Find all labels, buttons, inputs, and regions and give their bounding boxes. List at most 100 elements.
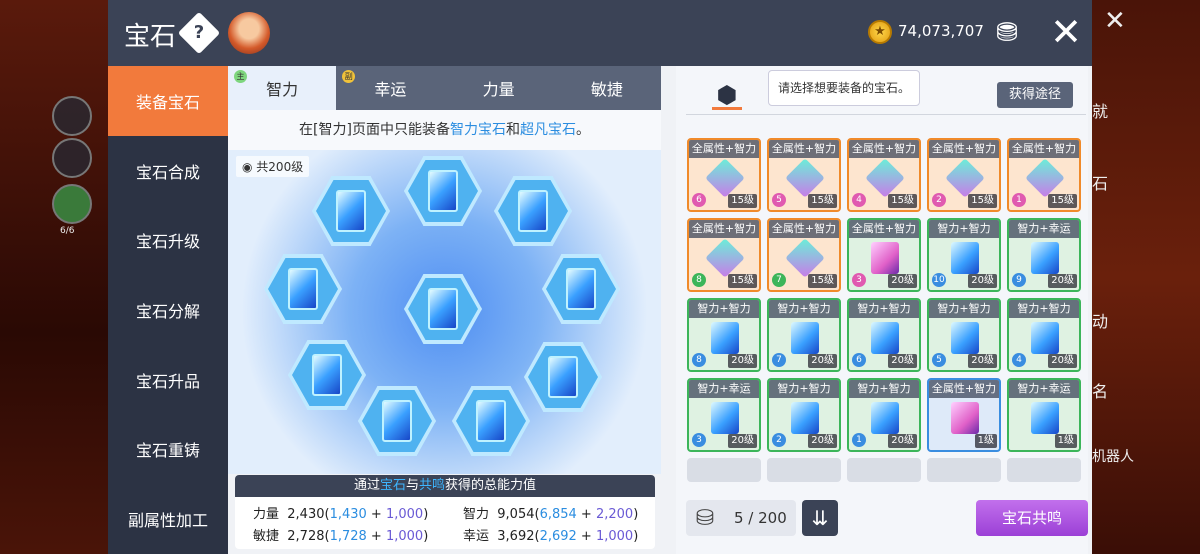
sidebar-item-gem-recast[interactable]: 宝石重铸 bbox=[108, 414, 228, 484]
empty-inventory-slot[interactable] bbox=[847, 458, 921, 482]
gem-inventory-item[interactable]: 智力+智力 20级 5 bbox=[927, 298, 1001, 372]
gem-item-label: 智力+智力 bbox=[929, 300, 999, 318]
empty-inventory-slot[interactable] bbox=[1007, 458, 1081, 482]
gem-slot-5[interactable] bbox=[542, 254, 620, 324]
back-arrow-icon bbox=[52, 96, 92, 136]
notice-text: 在[智力]页面中只能装备 bbox=[299, 122, 450, 138]
character-avatar-icon[interactable] bbox=[228, 12, 270, 54]
bag-expand-icon[interactable]: ⛁ bbox=[690, 504, 720, 534]
gem-inventory-item[interactable]: 全属性+智力 15级 5 bbox=[767, 138, 841, 212]
gem-slot-7[interactable] bbox=[524, 342, 602, 412]
gem-inventory-item[interactable]: 智力+幸运 1级 bbox=[1007, 378, 1081, 452]
gem-icon bbox=[711, 322, 739, 354]
sidebar-item-gem-upgrade[interactable]: 宝石升级 bbox=[108, 205, 228, 275]
gem-inventory-item[interactable]: 全属性+智力 15级 6 bbox=[687, 138, 761, 212]
gem-level: 20级 bbox=[728, 434, 757, 448]
gem-icon bbox=[476, 400, 506, 442]
gem-inventory-item[interactable]: 智力+智力 20级 2 bbox=[767, 378, 841, 452]
gem-icon bbox=[785, 158, 825, 198]
gem-category-icon[interactable]: ⬢ bbox=[712, 80, 742, 110]
gem-inventory-item[interactable]: 智力+智力 20级 1 bbox=[847, 378, 921, 452]
gem-icon bbox=[791, 322, 819, 354]
gem-inventory-item[interactable]: 智力+幸运 20级 3 bbox=[687, 378, 761, 452]
gem-level: 20级 bbox=[888, 354, 917, 368]
stat-name: 智力 bbox=[463, 507, 490, 522]
tab-luk[interactable]: 副 幸运 bbox=[336, 66, 444, 110]
gem-inventory-item[interactable]: 全属性+智力 15级 7 bbox=[767, 218, 841, 292]
gem-icon bbox=[312, 354, 342, 396]
gem-slot-3[interactable] bbox=[494, 176, 572, 246]
gem-inventory-item[interactable]: 智力+智力 20级 10 bbox=[927, 218, 1001, 292]
stat-total: 2,430 bbox=[287, 507, 325, 522]
bg-left-label: 6/6 bbox=[60, 226, 75, 236]
bg-right-label-2: 石 bbox=[1092, 174, 1109, 193]
gem-inventory-item[interactable]: 全属性+智力 20级 3 bbox=[847, 218, 921, 292]
gem-slot-8[interactable] bbox=[358, 386, 436, 456]
gem-level: 20级 bbox=[728, 354, 757, 368]
gem-inventory-item[interactable]: 智力+智力 20级 7 bbox=[767, 298, 841, 372]
tab-str[interactable]: 力量 bbox=[445, 66, 553, 110]
tab-label: 敏捷 bbox=[590, 80, 623, 99]
gem-item-label: 智力+智力 bbox=[769, 380, 839, 398]
gem-inventory-item[interactable]: 智力+智力 20级 6 bbox=[847, 298, 921, 372]
sidebar-item-gem-grade-up[interactable]: 宝石升品 bbox=[108, 345, 228, 415]
gem-inventory-item[interactable]: 全属性+智力 1级 bbox=[927, 378, 1001, 452]
header: 宝石 ? ★ 74,073,707 ⛃ ✕ bbox=[108, 0, 1092, 66]
sidebar: 装备宝石 宝石合成 宝石升级 宝石分解 宝石升品 宝石重铸 副属性加工 bbox=[108, 66, 228, 554]
sidebar-item-gem-synthesis[interactable]: 宝石合成 bbox=[108, 136, 228, 206]
gem-item-label: 智力+幸运 bbox=[689, 380, 759, 398]
sidebar-item-gem-decompose[interactable]: 宝石分解 bbox=[108, 275, 228, 345]
gem-item-label: 全属性+智力 bbox=[929, 140, 999, 158]
gem-level: 20级 bbox=[968, 274, 997, 288]
empty-inventory-slot[interactable] bbox=[927, 458, 1001, 482]
stats-heading: 通过宝石与共鸣获得的总能力值 bbox=[235, 475, 655, 497]
gem-level: 15级 bbox=[1048, 194, 1077, 208]
close-icon[interactable]: ✕ bbox=[1046, 12, 1086, 52]
sidebar-item-sub-attribute[interactable]: 副属性加工 bbox=[108, 484, 228, 554]
empty-inventory-slot[interactable] bbox=[767, 458, 841, 482]
sort-button[interactable]: ⇊ bbox=[802, 500, 838, 536]
gem-icon bbox=[518, 190, 548, 232]
stats-heading-resonance: 共鸣 bbox=[419, 478, 446, 493]
tab-label: 幸运 bbox=[374, 80, 407, 99]
gem-resonance-button[interactable]: 宝石共鸣 bbox=[976, 500, 1088, 536]
bg-right-label-4: 名 bbox=[1092, 382, 1109, 401]
stats-heading-gem: 宝石 bbox=[379, 478, 406, 493]
empty-inventory-slot[interactable] bbox=[687, 458, 761, 482]
scroll-icon bbox=[52, 138, 92, 178]
help-icon[interactable]: ? bbox=[177, 11, 221, 55]
gem-icon bbox=[1031, 402, 1059, 434]
bg-right-label-3: 动 bbox=[1092, 312, 1109, 331]
gem-inventory-item[interactable]: 智力+幸运 20级 9 bbox=[1007, 218, 1081, 292]
gem-slot-1[interactable] bbox=[312, 176, 390, 246]
tab-int[interactable]: 主 智力 bbox=[228, 66, 337, 110]
gem-inventory-item[interactable]: 智力+智力 20级 4 bbox=[1007, 298, 1081, 372]
gem-item-label: 智力+智力 bbox=[929, 220, 999, 238]
gem-slot-number: 2 bbox=[932, 193, 946, 207]
secondary-badge: 副 bbox=[342, 70, 356, 83]
gem-inventory-item[interactable]: 全属性+智力 15级 8 bbox=[687, 218, 761, 292]
gem-item-label: 全属性+智力 bbox=[689, 140, 759, 158]
gem-icon bbox=[1025, 158, 1065, 198]
gem-icon bbox=[711, 402, 739, 434]
stat-gem-part: 2,692 bbox=[539, 529, 577, 544]
gem-inventory-item[interactable]: 全属性+智力 15级 2 bbox=[927, 138, 1001, 212]
sidebar-item-equip-gem[interactable]: 装备宝石 bbox=[108, 66, 228, 136]
gem-slot-center[interactable] bbox=[404, 274, 482, 344]
gem-slot-4[interactable] bbox=[264, 254, 342, 324]
acquire-source-button[interactable]: 获得途径 bbox=[997, 82, 1073, 108]
gem-slot-number: 10 bbox=[932, 273, 946, 287]
gem-icon bbox=[428, 170, 458, 212]
tab-dex[interactable]: 敏捷 bbox=[553, 66, 661, 110]
gem-inventory-item[interactable]: 智力+智力 20级 8 bbox=[687, 298, 761, 372]
gem-slot-9[interactable] bbox=[452, 386, 530, 456]
gem-icon bbox=[566, 268, 596, 310]
gem-slot-2[interactable] bbox=[404, 156, 482, 226]
coins-stack-icon[interactable]: ⛃ bbox=[990, 16, 1024, 50]
bg-right-label-1: 就 bbox=[1092, 102, 1109, 121]
gem-inventory-item[interactable]: 全属性+智力 15级 4 bbox=[847, 138, 921, 212]
gem-window: 宝石 ? ★ 74,073,707 ⛃ ✕ 装备宝石 宝石合成 宝石升级 宝石分… bbox=[108, 0, 1092, 554]
gem-item-label: 智力+智力 bbox=[849, 300, 919, 318]
gem-inventory-item[interactable]: 全属性+智力 15级 1 bbox=[1007, 138, 1081, 212]
gem-slot-6[interactable] bbox=[288, 340, 366, 410]
